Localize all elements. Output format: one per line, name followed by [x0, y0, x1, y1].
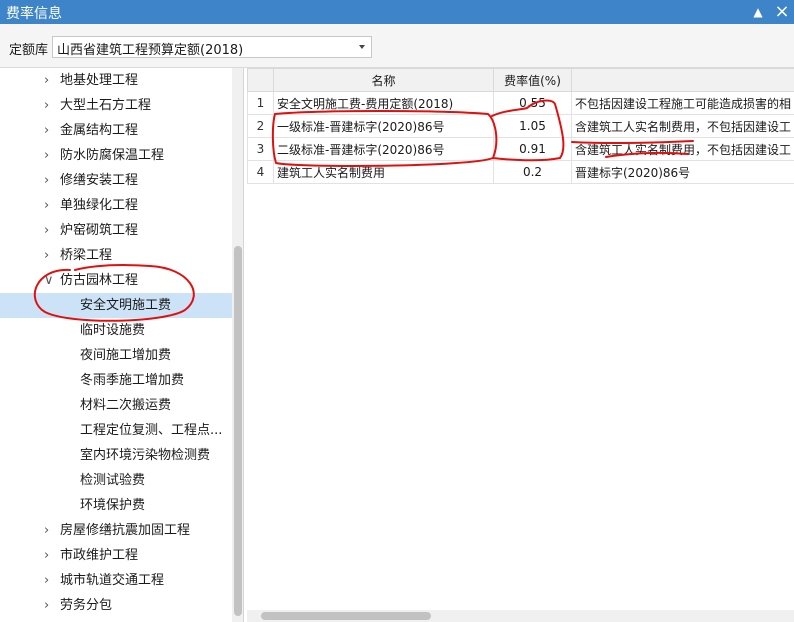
- tree-item-label: 单独绿化工程: [60, 198, 139, 213]
- table-row[interactable]: 1 安全文明施工费-费用定额(2018) 0.55 不包括因建设工程施工可能造成损害的…: [247, 91, 794, 115]
- tree-category-item[interactable]: ∨ 仿古园林工程: [0, 268, 232, 293]
- tree-subitem[interactable]: 检测试验费: [0, 468, 232, 493]
- tree-scrollbar[interactable]: [232, 68, 243, 622]
- tree-category-item[interactable]: › 房屋修缮抗震加固工程: [0, 518, 232, 543]
- window-titlebar: 费率信息 ▲ ×: [0, 0, 794, 24]
- chevron-right-icon[interactable]: ›: [44, 193, 54, 218]
- tree-category-item[interactable]: › 单独绿化工程: [0, 193, 232, 218]
- tree-category-item[interactable]: › 城市轨道交通工程: [0, 568, 232, 593]
- rate-name-cell[interactable]: 安全文明施工费-费用定额(2018): [273, 91, 494, 115]
- rate-value-cell[interactable]: 1.05: [493, 114, 572, 138]
- chevron-right-icon[interactable]: ›: [44, 118, 54, 143]
- rate-value-cell[interactable]: 0.55: [493, 91, 572, 115]
- collapse-icon[interactable]: ▲: [748, 2, 768, 22]
- tree-category-item[interactable]: › 金属结构工程: [0, 118, 232, 143]
- rate-note-cell[interactable]: 含建筑工人实名制费用，不包括因建设工: [571, 114, 794, 138]
- table-row[interactable]: 2 一级标准-晋建标字(2020)86号 1.05 含建筑工人实名制费用，不包括因建设…: [247, 114, 794, 138]
- rate-table-panel: 名称 费率值(%) 1 安全文明施工费-费用定额(2018) 0.55 不包括因建设工…: [247, 68, 794, 622]
- tree-item-label: 临时设施费: [80, 323, 146, 338]
- row-index-cell[interactable]: 4: [247, 160, 274, 184]
- tree-subitem[interactable]: 材料二次搬运费: [0, 393, 232, 418]
- chevron-down-icon[interactable]: ∨: [44, 268, 54, 293]
- window-title: 费率信息: [6, 6, 62, 22]
- chevron-right-icon[interactable]: ›: [44, 68, 54, 93]
- table-row[interactable]: 4 建筑工人实名制费用 0.2 晋建标字(2020)86号: [247, 160, 794, 184]
- tree-subitem[interactable]: 环境保护费: [0, 493, 232, 518]
- column-header-index: [247, 68, 274, 92]
- table-row[interactable]: 3 二级标准-晋建标字(2020)86号 0.91 含建筑工人实名制费用，不包括因建设…: [247, 137, 794, 161]
- chevron-right-icon[interactable]: ›: [44, 243, 54, 268]
- tree-item-label: 地基处理工程: [60, 73, 139, 88]
- tree-item-label: 金属结构工程: [60, 123, 139, 138]
- tree-item-label: 大型土石方工程: [60, 98, 152, 113]
- table-hscrollbar[interactable]: [247, 610, 794, 622]
- tree-category-item[interactable]: › 炉窑砌筑工程: [0, 218, 232, 243]
- library-bar: 定额库 山西省建筑工程预算定额(2018): [0, 24, 794, 68]
- column-header-note[interactable]: [571, 68, 794, 92]
- table-header-row: 名称 费率值(%): [247, 68, 794, 92]
- tree-subitem[interactable]: 室内环境污染物检测费: [0, 443, 232, 468]
- rate-value-cell[interactable]: 0.91: [493, 137, 572, 161]
- tree-item-label: 防水防腐保温工程: [60, 148, 165, 163]
- tree-item-label: 检测试验费: [80, 473, 146, 488]
- tree-scrollbar-thumb[interactable]: [234, 246, 242, 616]
- rate-note-cell[interactable]: 不包括因建设工程施工可能造成损害的相: [571, 91, 794, 115]
- tree-item-label: 环境保护费: [80, 498, 146, 513]
- tree-item-label: 房屋修缮抗震加固工程: [60, 523, 191, 538]
- tree-item-label: 室内环境污染物检测费: [80, 448, 211, 463]
- tree-category-item[interactable]: › 防水防腐保温工程: [0, 143, 232, 168]
- caret-down-icon[interactable]: [359, 45, 365, 49]
- tree-category-item[interactable]: › 大型土石方工程: [0, 93, 232, 118]
- tree-item-label: 城市轨道交通工程: [60, 573, 165, 588]
- rate-value-cell[interactable]: 0.2: [493, 160, 572, 184]
- chevron-right-icon[interactable]: ›: [44, 518, 54, 543]
- row-index-cell[interactable]: 3: [247, 137, 274, 161]
- category-tree: › 地基处理工程 › 大型土石方工程 › 金属结构工程 › 防水防腐保温工程 › 修缮安装工程 › 单…: [0, 68, 244, 622]
- tree-subitem[interactable]: 工程定位复测、工程点...: [0, 418, 232, 443]
- tree-item-label: 安全文明施工费: [80, 298, 172, 313]
- table-hscrollbar-thumb[interactable]: [261, 612, 431, 620]
- tree-item-label: 材料二次搬运费: [80, 398, 172, 413]
- library-select[interactable]: 山西省建筑工程预算定额(2018): [52, 36, 372, 58]
- tree-item-label: 仿古园林工程: [60, 273, 139, 288]
- chevron-right-icon[interactable]: ›: [44, 143, 54, 168]
- tree-subitem[interactable]: 夜间施工增加费: [0, 343, 232, 368]
- close-icon[interactable]: ×: [772, 2, 792, 22]
- row-index-cell[interactable]: 2: [247, 114, 274, 138]
- library-label: 定额库: [9, 43, 49, 58]
- tree-item-label: 工程定位复测、工程点...: [80, 423, 223, 438]
- tree-subitem[interactable]: 安全文明施工费: [0, 293, 232, 318]
- tree-category-item[interactable]: › 桥梁工程: [0, 243, 232, 268]
- column-header-rate[interactable]: 费率值(%): [493, 68, 572, 92]
- rate-note-cell[interactable]: 含建筑工人实名制费用，不包括因建设工: [571, 137, 794, 161]
- tree-item-label: 夜间施工增加费: [80, 348, 172, 363]
- tree-category-item[interactable]: › 市政维护工程: [0, 543, 232, 568]
- library-select-value: 山西省建筑工程预算定额(2018): [57, 43, 244, 58]
- tree-item-label: 桥梁工程: [60, 248, 113, 263]
- column-header-name[interactable]: 名称: [273, 68, 494, 92]
- chevron-right-icon[interactable]: ›: [44, 543, 54, 568]
- tree-item-label: 市政维护工程: [60, 548, 139, 563]
- tree-subitem[interactable]: 冬雨季施工增加费: [0, 368, 232, 393]
- rate-name-cell[interactable]: 一级标准-晋建标字(2020)86号: [273, 114, 494, 138]
- tree-item-label: 冬雨季施工增加费: [80, 373, 185, 388]
- chevron-right-icon[interactable]: ›: [44, 593, 54, 618]
- tree-item-label: 炉窑砌筑工程: [60, 223, 139, 238]
- tree-subitem[interactable]: 临时设施费: [0, 318, 232, 343]
- tree-category-item[interactable]: › 地基处理工程: [0, 68, 232, 93]
- rate-table: 名称 费率值(%) 1 安全文明施工费-费用定额(2018) 0.55 不包括因建设工…: [247, 68, 794, 184]
- chevron-right-icon[interactable]: ›: [44, 218, 54, 243]
- tree-category-item[interactable]: › 修缮安装工程: [0, 168, 232, 193]
- chevron-right-icon[interactable]: ›: [44, 568, 54, 593]
- rate-note-cell[interactable]: 晋建标字(2020)86号: [571, 160, 794, 184]
- tree-item-label: 修缮安装工程: [60, 173, 139, 188]
- rate-name-cell[interactable]: 二级标准-晋建标字(2020)86号: [273, 137, 494, 161]
- tree-item-label: 劳务分包: [60, 598, 113, 613]
- tree-category-item[interactable]: › 劳务分包: [0, 593, 232, 618]
- rate-name-cell[interactable]: 建筑工人实名制费用: [273, 160, 494, 184]
- row-index-cell[interactable]: 1: [247, 91, 274, 115]
- chevron-right-icon[interactable]: ›: [44, 168, 54, 193]
- chevron-right-icon[interactable]: ›: [44, 93, 54, 118]
